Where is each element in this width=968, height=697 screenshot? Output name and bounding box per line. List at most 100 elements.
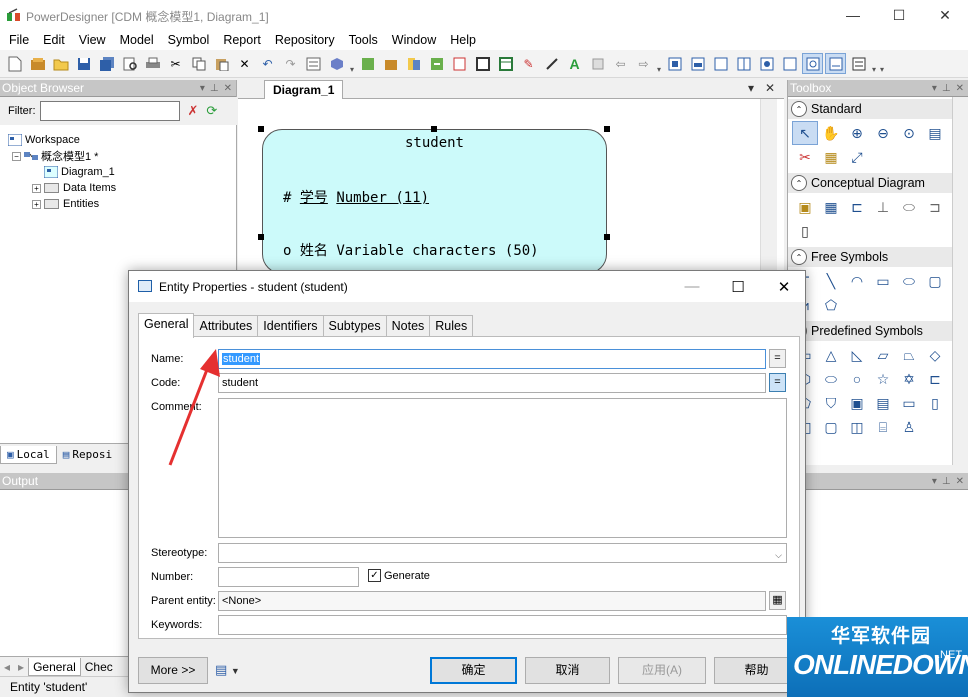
stereotype-select[interactable]: ⌵ xyxy=(218,543,787,563)
tree-model[interactable]: − 概念模型1 * xyxy=(8,148,116,164)
menu-help[interactable]: Help xyxy=(443,30,483,50)
entity-tool-icon[interactable]: ▦ xyxy=(818,195,844,219)
shape-cylinder-icon[interactable]: ⌸ xyxy=(870,415,896,439)
tab-local[interactable]: ▣ Local xyxy=(0,445,57,464)
tab-attributes[interactable]: Attributes xyxy=(193,315,259,337)
pin-icon[interactable]: ⊥ xyxy=(210,83,219,94)
menu-edit[interactable]: Edit xyxy=(36,30,72,50)
cut-icon[interactable]: ✂ xyxy=(165,53,186,74)
arrow-left-icon[interactable]: ⇦ xyxy=(610,53,631,74)
update-icon[interactable] xyxy=(426,53,447,74)
selection-handle[interactable] xyxy=(431,126,437,132)
ellipse-tool-icon[interactable]: ⬭ xyxy=(896,269,922,293)
merge-icon[interactable] xyxy=(449,53,470,74)
panel-dropdown-icon[interactable]: ▾ xyxy=(932,83,937,94)
generate-icon[interactable] xyxy=(357,53,378,74)
delete-icon[interactable]: ✕ xyxy=(234,53,255,74)
shape-folder-icon[interactable]: ▭ xyxy=(896,391,922,415)
new-icon[interactable] xyxy=(4,53,25,74)
tab-notes[interactable]: Notes xyxy=(385,315,431,337)
dialog-close-button[interactable]: ✕ xyxy=(761,271,807,302)
tree-entities[interactable]: + Entities xyxy=(8,196,116,212)
shape-star-icon[interactable]: ☆ xyxy=(870,367,896,391)
browser-toggle-icon[interactable] xyxy=(802,53,823,74)
pin-icon[interactable]: ⊥ xyxy=(942,476,951,487)
open-diagram-icon[interactable]: ⊙ xyxy=(896,121,922,145)
ok-button[interactable]: 确定 xyxy=(430,657,517,684)
table-icon[interactable] xyxy=(495,53,516,74)
properties-tool-icon[interactable]: ▤ xyxy=(922,121,948,145)
properties-icon[interactable] xyxy=(303,53,324,74)
dialog-minimize-button[interactable]: — xyxy=(669,271,715,302)
selection-handle[interactable] xyxy=(604,126,610,132)
parent-entity-browse-icon[interactable]: ▦ xyxy=(769,591,786,610)
open-icon[interactable] xyxy=(50,53,71,74)
fill-icon[interactable] xyxy=(587,53,608,74)
tab-output-general[interactable]: General xyxy=(28,657,81,676)
compare-icon[interactable] xyxy=(403,53,424,74)
save-icon[interactable] xyxy=(73,53,94,74)
font-icon[interactable]: A xyxy=(564,53,585,74)
menu-model[interactable]: Model xyxy=(113,30,161,50)
shape-banner-icon[interactable]: ⊏ xyxy=(922,367,948,391)
zoom-out-icon[interactable]: ⊖ xyxy=(870,121,896,145)
toolbox-section-free-symbols[interactable]: ⌃ Free Symbols xyxy=(788,247,952,267)
minimize-button[interactable]: — xyxy=(830,0,876,30)
shape-actor-icon[interactable]: ♙ xyxy=(896,415,922,439)
association-link-tool-icon[interactable]: ⊐ xyxy=(922,195,948,219)
expand-icon[interactable]: + xyxy=(32,199,41,209)
menu-file[interactable]: File xyxy=(2,30,36,50)
check-model-icon[interactable] xyxy=(326,53,347,74)
toolbox-scrollbar[interactable] xyxy=(952,97,968,465)
association-tool-icon[interactable]: ⬭ xyxy=(896,195,922,219)
shape-triangle-icon[interactable]: △ xyxy=(818,343,844,367)
toolbox-section-conceptual[interactable]: ⌃ Conceptual Diagram xyxy=(788,173,952,193)
toolbar-overflow-icon-3[interactable]: ▾ xyxy=(871,54,877,74)
toolbar-overflow-icon-2[interactable]: ▾ xyxy=(656,54,662,74)
menu-tools[interactable]: Tools xyxy=(342,30,385,50)
name-input[interactable]: student xyxy=(218,349,766,369)
selection-handle[interactable] xyxy=(258,234,264,240)
tree-data-items[interactable]: + Data Items xyxy=(8,180,116,196)
tab-general[interactable]: General xyxy=(138,313,195,338)
view-2-icon[interactable] xyxy=(687,53,708,74)
relationship-tool-icon[interactable]: ⊏ xyxy=(844,195,870,219)
name-code-sync-button[interactable]: = xyxy=(769,349,786,368)
shape-ellipse-icon[interactable]: ⬭ xyxy=(818,367,844,391)
copy-icon[interactable] xyxy=(188,53,209,74)
keywords-input[interactable] xyxy=(218,615,787,635)
tab-identifiers[interactable]: Identifiers xyxy=(257,315,324,337)
format-painter-icon[interactable]: ✎ xyxy=(518,53,539,74)
tab-scroll-left-icon[interactable]: ◂ xyxy=(0,658,14,676)
selection-handle[interactable] xyxy=(604,234,610,240)
toolbox-section-predefined[interactable]: ⌃Predefined Symbols xyxy=(788,321,952,341)
shape-document-icon[interactable]: ▯ xyxy=(922,391,948,415)
line-tool-icon[interactable]: ╲ xyxy=(818,269,844,293)
panel-close-icon[interactable]: ✕ xyxy=(956,476,964,487)
tab-subtypes[interactable]: Subtypes xyxy=(322,315,387,337)
tab-output-check[interactable]: Chec xyxy=(81,658,117,676)
rounded-rect-tool-icon[interactable]: ▢ xyxy=(922,269,948,293)
paste-icon[interactable] xyxy=(211,53,232,74)
shape-trapezoid-icon[interactable]: ⏢ xyxy=(896,343,922,367)
view-6-icon[interactable] xyxy=(779,53,800,74)
tab-repository[interactable]: ▤ Reposi xyxy=(57,446,118,463)
panel-dropdown-icon[interactable]: ▾ xyxy=(932,476,937,487)
clear-filter-icon[interactable]: ✗ xyxy=(188,103,199,119)
line-style-icon[interactable] xyxy=(541,53,562,74)
polygon-tool-icon[interactable]: ⬠ xyxy=(818,293,844,317)
pin-icon[interactable]: ⊥ xyxy=(942,83,951,94)
refresh-icon[interactable]: ⟳ xyxy=(206,103,217,119)
selection-handle[interactable] xyxy=(258,126,264,132)
menu-report[interactable]: Report xyxy=(216,30,268,50)
shape-right-triangle-icon[interactable]: ◺ xyxy=(844,343,870,367)
menu-view[interactable]: View xyxy=(72,30,113,50)
shape-shield-icon[interactable]: ⛉ xyxy=(818,391,844,415)
tree-workspace[interactable]: Workspace xyxy=(8,132,116,148)
shape-frame-icon[interactable]: ▣ xyxy=(844,391,870,415)
save-all-icon[interactable] xyxy=(96,53,117,74)
shape-parallelogram-icon[interactable]: ▱ xyxy=(870,343,896,367)
shape-panel-icon[interactable]: ▤ xyxy=(870,391,896,415)
shape-star6-icon[interactable]: ✡ xyxy=(896,367,922,391)
file-tool-icon[interactable]: ▯ xyxy=(792,219,818,243)
